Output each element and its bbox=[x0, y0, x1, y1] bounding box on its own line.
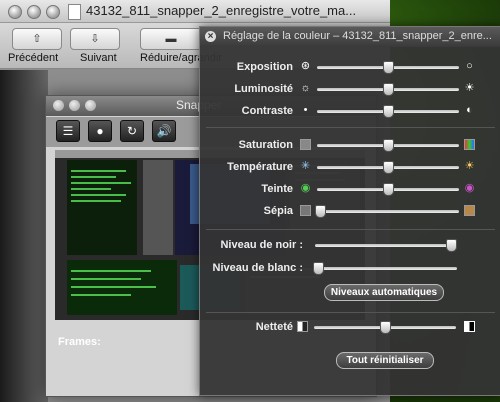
sharpness-label: Netteté bbox=[255, 321, 293, 333]
contrast-slider-knob[interactable] bbox=[383, 105, 394, 118]
tint-label: Teinte bbox=[261, 183, 293, 195]
brightness-slider-knob[interactable] bbox=[383, 83, 394, 96]
sun-high-icon: ☀ bbox=[464, 82, 475, 94]
sepia-square-icon bbox=[464, 205, 475, 216]
zoom-out-icon[interactable]: ▬ bbox=[166, 33, 177, 45]
close-icon[interactable]: × bbox=[205, 31, 216, 42]
separator bbox=[206, 229, 495, 230]
record-icon: ● bbox=[88, 120, 112, 142]
document-icon bbox=[68, 4, 81, 20]
previous-label: Précédent bbox=[8, 52, 59, 64]
sepia-slider[interactable] bbox=[317, 210, 459, 213]
minimize-button[interactable] bbox=[27, 5, 41, 19]
next-button[interactable]: ⇩ bbox=[70, 28, 120, 50]
green-dot-icon: ◉ bbox=[300, 182, 311, 194]
warm-sun-icon: ☀ bbox=[464, 160, 475, 172]
settings-icon: ☰ bbox=[56, 120, 80, 142]
window-title: 43132_811_snapper_2_enregistre_votre_ma.… bbox=[86, 3, 357, 18]
grayscale-swatch-icon bbox=[300, 139, 311, 150]
tint-slider-knob[interactable] bbox=[383, 183, 394, 196]
brightness-label: Luminosité bbox=[234, 83, 293, 95]
cold-icon: ✳ bbox=[300, 160, 311, 172]
sharpness-slider-knob[interactable] bbox=[380, 321, 391, 334]
previous-button[interactable]: ⇧ bbox=[12, 28, 62, 50]
zoom-control[interactable]: ▬ bbox=[140, 28, 202, 50]
magenta-dot-icon: ◉ bbox=[464, 182, 475, 194]
saturation-slider-knob[interactable] bbox=[383, 139, 394, 152]
color-swatch-icon bbox=[464, 139, 475, 150]
sepia-slider-knob[interactable] bbox=[315, 205, 326, 218]
refresh-icon: ↻ bbox=[120, 120, 144, 142]
black-level-slider-knob[interactable] bbox=[446, 239, 457, 252]
sun-low-icon: ☼ bbox=[300, 82, 311, 94]
snapper-zoom-icon bbox=[85, 100, 96, 111]
temperature-slider-knob[interactable] bbox=[383, 161, 394, 174]
speaker-icon: 🔊 bbox=[152, 120, 176, 142]
next-label: Suivant bbox=[80, 52, 117, 64]
separator bbox=[206, 312, 495, 313]
auto-levels-button[interactable]: Niveaux automatiques bbox=[324, 284, 444, 301]
color-adjust-panel: × Réglage de la couleur – 43132_811_snap… bbox=[199, 26, 500, 396]
sharp-square-icon bbox=[464, 321, 475, 332]
white-level-slider[interactable] bbox=[315, 267, 457, 270]
reset-all-button[interactable]: Tout réinitialiser bbox=[336, 352, 434, 369]
close-button[interactable] bbox=[8, 5, 22, 19]
frames-label: Frames: bbox=[58, 336, 101, 348]
preview-content-shadow bbox=[0, 70, 48, 402]
snapper-minimize-icon bbox=[69, 100, 80, 111]
gray-square-icon bbox=[300, 205, 311, 216]
snapper-close-icon bbox=[53, 100, 64, 111]
half-circle-icon: ◐ bbox=[466, 104, 473, 116]
dot-icon: • bbox=[303, 104, 308, 116]
zoom-button[interactable] bbox=[46, 5, 60, 19]
blur-square-icon bbox=[297, 321, 308, 332]
exposure-slider-knob[interactable] bbox=[383, 61, 394, 74]
exposure-label: Exposition bbox=[236, 61, 293, 73]
preview-titlebar: 43132_811_snapper_2_enregistre_votre_ma.… bbox=[0, 0, 390, 23]
white-level-label: Niveau de blanc : bbox=[212, 262, 303, 274]
black-level-slider[interactable] bbox=[315, 244, 457, 247]
panel-title: Réglage de la couleur – 43132_811_snappe… bbox=[223, 30, 492, 42]
circle-icon: ○ bbox=[466, 60, 473, 72]
temperature-label: Température bbox=[227, 161, 293, 173]
saturation-label: Saturation bbox=[238, 139, 293, 151]
aperture-icon: ⊛ bbox=[300, 60, 311, 72]
separator bbox=[206, 127, 495, 128]
sepia-label: Sépia bbox=[263, 205, 293, 217]
white-level-slider-knob[interactable] bbox=[313, 262, 324, 275]
contrast-label: Contraste bbox=[241, 105, 293, 117]
black-level-label: Niveau de noir : bbox=[220, 239, 303, 251]
panel-titlebar: × Réglage de la couleur – 43132_811_snap… bbox=[200, 27, 500, 47]
